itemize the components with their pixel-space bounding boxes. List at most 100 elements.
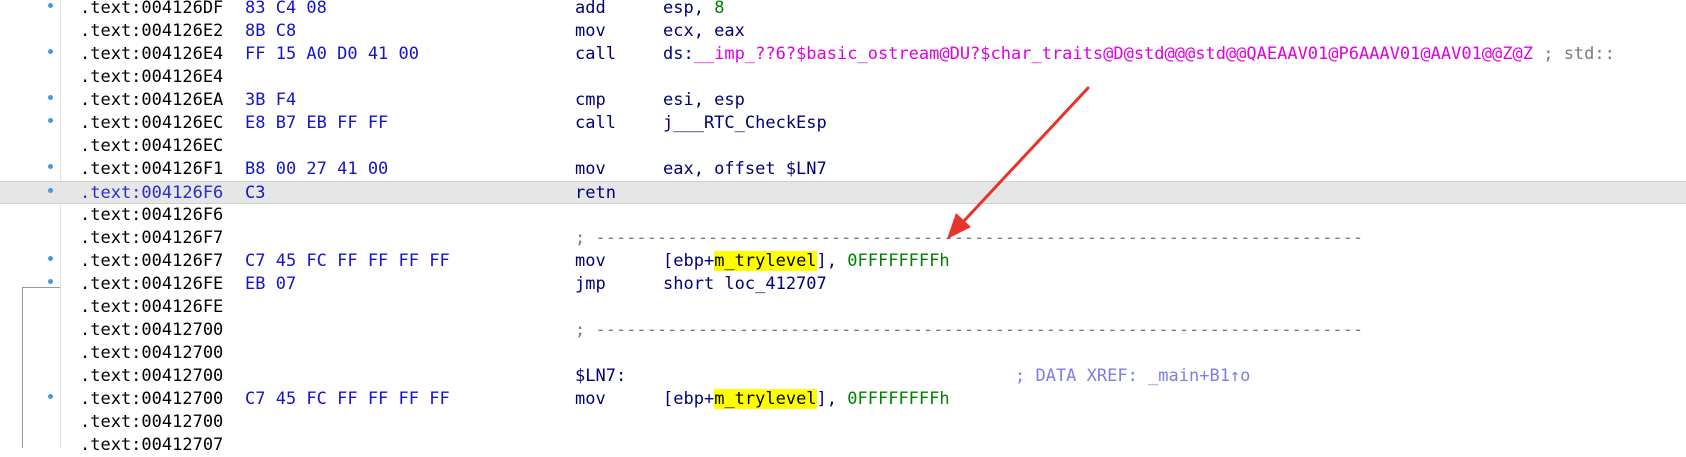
breakpoint-dot-icon[interactable] bbox=[48, 188, 53, 193]
breakpoint-dot-icon[interactable] bbox=[48, 394, 53, 399]
immediate-value: 8 bbox=[714, 0, 725, 18]
instruction-operands[interactable]: eax, offset $LN7 bbox=[663, 158, 827, 181]
operand-text: [ebp+ bbox=[663, 389, 715, 409]
address[interactable]: .text:00412700 bbox=[80, 342, 223, 365]
breakpoint-dot-icon[interactable] bbox=[48, 164, 53, 169]
highlighted-symbol[interactable]: m_trylevel bbox=[714, 389, 817, 409]
opcode-bytes: B8 00 27 41 00 bbox=[245, 159, 389, 179]
breakpoint-dot-icon[interactable] bbox=[48, 95, 53, 100]
listing-line[interactable]: .text:004126E2 8B C8 mov ecx, eax bbox=[0, 20, 1686, 43]
instruction-operands[interactable]: esi, esp bbox=[663, 89, 745, 112]
instruction-operands[interactable]: [ebp+m_trylevel], 0FFFFFFFFh bbox=[663, 250, 950, 273]
operand-text[interactable]: eax, offset $LN7 bbox=[663, 159, 827, 179]
instruction-mnemonic[interactable]: cmp bbox=[575, 89, 606, 112]
address[interactable]: .text:004126EC bbox=[80, 112, 223, 135]
opcode-bytes: FF 15 A0 D0 41 00 bbox=[245, 44, 419, 64]
address[interactable]: .text:004126F7 bbox=[80, 227, 223, 250]
address[interactable]: .text:00412700 bbox=[80, 319, 223, 342]
breakpoint-dot-icon[interactable] bbox=[48, 256, 53, 261]
listing-line[interactable]: .text:004126E4 bbox=[0, 66, 1686, 89]
address[interactable]: .text:004126EC bbox=[80, 135, 223, 158]
operand-text[interactable]: esi, esp bbox=[663, 90, 745, 110]
address[interactable]: .text:00412700 bbox=[80, 365, 223, 388]
address[interactable]: .text:004126EA bbox=[80, 89, 223, 112]
opcode-bytes: E8 B7 EB FF FF bbox=[245, 113, 389, 133]
highlighted-symbol[interactable]: m_trylevel bbox=[714, 251, 817, 271]
instruction-mnemonic[interactable]: mov bbox=[575, 250, 606, 273]
instruction-mnemonic[interactable]: retn bbox=[575, 182, 616, 205]
address[interactable]: .text:004126DF bbox=[80, 0, 223, 20]
breakpoint-dot-icon[interactable] bbox=[48, 279, 53, 284]
listing-line[interactable]: .text:004126E4 FF 15 A0 D0 41 00 call ds:__… bbox=[0, 43, 1686, 66]
listing-line[interactable]: .text:004126F7 C7 45 FC FF FF FF FF mov [eb… bbox=[0, 250, 1686, 273]
instruction-operands[interactable]: ds:__imp_??6?$basic_ostream@DU?$char_tra… bbox=[663, 43, 1615, 66]
address[interactable]: .text:00412707 bbox=[80, 434, 223, 457]
operand-text: ], bbox=[816, 389, 848, 409]
listing-line[interactable]: .text:004126EA 3B F4 cmp esi, esp bbox=[0, 89, 1686, 112]
address[interactable]: .text:004126F6 bbox=[80, 204, 223, 227]
address[interactable]: .text:004126E2 bbox=[80, 20, 223, 43]
listing-line[interactable]: .text:00412700 ; ------------------------… bbox=[0, 319, 1686, 342]
operand-text[interactable]: j___RTC_CheckEsp bbox=[663, 113, 827, 133]
address[interactable]: .text:004126F6 bbox=[80, 182, 223, 205]
opcode-bytes: C7 45 FC FF FF FF FF bbox=[245, 251, 450, 271]
listing-line[interactable]: .text:00412700 C7 45 FC FF FF FF FF mov [eb… bbox=[0, 388, 1686, 411]
operand-text[interactable]: ds: bbox=[663, 44, 694, 64]
address[interactable]: .text:004126E4 bbox=[80, 43, 223, 66]
instruction-mnemonic[interactable]: call bbox=[575, 112, 616, 135]
listing-line[interactable]: .text:00412700 $LN7: ; DATA XREF: _main+B1… bbox=[0, 365, 1686, 388]
instruction-operands[interactable]: short loc_412707 bbox=[663, 273, 827, 296]
opcode-bytes: 3B F4 bbox=[245, 90, 297, 110]
listing-line[interactable]: .text:004126EC bbox=[0, 135, 1686, 158]
listing-line[interactable]: .text:004126F7 ; ------------------------… bbox=[0, 227, 1686, 250]
operand-text[interactable]: esp, bbox=[663, 0, 714, 18]
listing-line-selected[interactable]: .text:004126F6 C3 retn bbox=[0, 181, 1686, 204]
operand-text: ], bbox=[816, 251, 848, 271]
instruction-mnemonic[interactable]: add bbox=[575, 0, 606, 20]
listing-line[interactable]: .text:00412700 bbox=[0, 411, 1686, 434]
address[interactable]: .text:004126F1 bbox=[80, 158, 223, 181]
xref-comment[interactable]: ; DATA XREF: _main+B1↑o bbox=[1015, 365, 1250, 388]
breakpoint-dot-icon[interactable] bbox=[48, 118, 53, 123]
opcode-bytes: C3 bbox=[245, 183, 266, 203]
instruction-operands[interactable]: ecx, eax bbox=[663, 20, 745, 43]
opcode-bytes: EB 07 bbox=[245, 274, 297, 294]
breakpoint-dot-icon[interactable] bbox=[48, 3, 53, 8]
instruction-mnemonic[interactable]: mov bbox=[575, 388, 606, 411]
listing-line[interactable]: .text:004126EC E8 B7 EB FF FF call j___RTC_… bbox=[0, 112, 1686, 135]
opcode-bytes: 83 C4 08 bbox=[245, 0, 327, 18]
listing-line[interactable]: .text:004126F6 bbox=[0, 204, 1686, 227]
instruction-mnemonic[interactable]: mov bbox=[575, 158, 606, 181]
instruction-mnemonic[interactable]: call bbox=[575, 43, 616, 66]
code-label[interactable]: $LN7: bbox=[575, 365, 626, 388]
opcode-bytes: 8B C8 bbox=[245, 21, 297, 41]
instruction-operands[interactable]: esp, 8 bbox=[663, 0, 724, 20]
address[interactable]: .text:00412700 bbox=[80, 388, 223, 411]
disassembly-listing[interactable]: .text:004126DF 83 C4 08 add esp, 8 .text:004… bbox=[0, 0, 1686, 455]
opcode-bytes: C7 45 FC FF FF FF FF bbox=[245, 389, 450, 409]
line-comment: ; std:: bbox=[1532, 44, 1615, 64]
address[interactable]: .text:004126FE bbox=[80, 273, 223, 296]
import-symbol[interactable]: __imp_??6?$basic_ostream@DU?$char_traits… bbox=[694, 44, 1533, 64]
listing-line[interactable]: .text:004126FE EB 07 jmp short loc_412707 bbox=[0, 273, 1686, 296]
listing-line[interactable]: .text:00412707 bbox=[0, 434, 1686, 457]
separator-comment: ; --------------------------------------… bbox=[575, 320, 1364, 340]
operand-text: [ebp+ bbox=[663, 251, 715, 271]
separator-comment: ; --------------------------------------… bbox=[575, 228, 1364, 248]
address[interactable]: .text:004126E4 bbox=[80, 66, 223, 89]
instruction-operands[interactable]: [ebp+m_trylevel], 0FFFFFFFFh bbox=[663, 388, 950, 411]
operand-text[interactable]: ecx, eax bbox=[663, 21, 745, 41]
listing-line[interactable]: .text:004126FE bbox=[0, 296, 1686, 319]
address[interactable]: .text:00412700 bbox=[80, 411, 223, 434]
instruction-mnemonic[interactable]: mov bbox=[575, 20, 606, 43]
listing-line[interactable]: .text:004126F1 B8 00 27 41 00 mov eax, offs… bbox=[0, 158, 1686, 181]
instruction-operands[interactable]: j___RTC_CheckEsp bbox=[663, 112, 827, 135]
breakpoint-dot-icon[interactable] bbox=[48, 49, 53, 54]
operand-text[interactable]: short loc_412707 bbox=[663, 274, 827, 294]
immediate-value: 0FFFFFFFFh bbox=[847, 251, 950, 271]
address[interactable]: .text:004126F7 bbox=[80, 250, 223, 273]
instruction-mnemonic[interactable]: jmp bbox=[575, 273, 606, 296]
address[interactable]: .text:004126FE bbox=[80, 296, 223, 319]
listing-line[interactable]: .text:004126DF 83 C4 08 add esp, 8 bbox=[0, 0, 1686, 20]
listing-line[interactable]: .text:00412700 bbox=[0, 342, 1686, 365]
